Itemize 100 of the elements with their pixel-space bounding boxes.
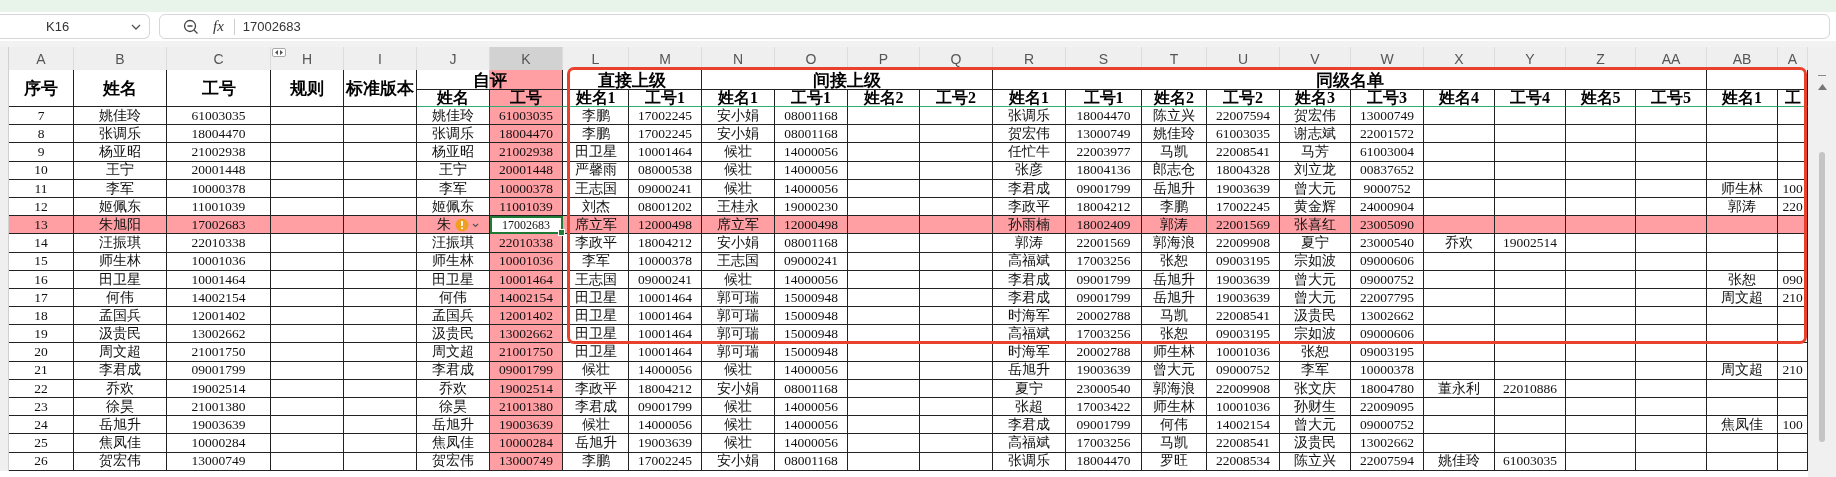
table-cell bbox=[1566, 307, 1636, 326]
expand-columns-icon[interactable] bbox=[272, 48, 286, 57]
table-cell: 61003035 bbox=[490, 107, 563, 126]
table-cell: 岳旭升 bbox=[74, 416, 167, 435]
table-cell: 田卫星 bbox=[563, 343, 629, 362]
table-cell: 22009908 bbox=[1207, 234, 1280, 253]
column-letter[interactable]: A bbox=[9, 47, 74, 70]
header-cell: 姓名3 bbox=[1280, 90, 1351, 107]
table-cell: 汲贵民 bbox=[417, 325, 490, 344]
header-cell: 同级名单 bbox=[993, 70, 1707, 90]
header-cell: 姓名1 bbox=[563, 90, 629, 107]
header-cell: 姓名1 bbox=[1707, 90, 1778, 107]
function-label[interactable]: fx bbox=[213, 18, 224, 35]
header-cell: 姓名 bbox=[417, 90, 490, 107]
table-cell: 时海军 bbox=[993, 307, 1066, 326]
table-cell bbox=[1636, 416, 1707, 435]
table-cell: 09001799 bbox=[629, 398, 702, 417]
header-cell: 工号1 bbox=[1066, 90, 1142, 107]
table-cell: 郭可瑞 bbox=[702, 307, 775, 326]
header-cell: 工号1 bbox=[775, 90, 848, 107]
table-cell: 19003639 bbox=[167, 416, 271, 435]
table-cell: 10001464 bbox=[629, 143, 702, 162]
table-cell: 汲贵民 bbox=[1280, 307, 1351, 326]
table-cell: 汲贵民 bbox=[74, 325, 167, 344]
header-cell: 姓名2 bbox=[848, 90, 920, 107]
table-cell: 17002683 bbox=[167, 216, 271, 235]
zoom-icon[interactable] bbox=[183, 18, 199, 35]
table-cell: 师生林 bbox=[1142, 398, 1207, 417]
table-cell: 张调乐 bbox=[74, 125, 167, 144]
table-cell bbox=[1636, 398, 1707, 417]
header-cell: 姓名1 bbox=[993, 90, 1066, 107]
table-cell: 22001572 bbox=[1351, 125, 1424, 144]
table-cell: 19 bbox=[9, 325, 74, 344]
header-cell: 姓名4 bbox=[1424, 90, 1495, 107]
table-cell: 14002154 bbox=[1207, 416, 1280, 435]
table-cell: 安小娟 bbox=[702, 125, 775, 144]
table-cell bbox=[1707, 107, 1778, 126]
formula-field[interactable]: 17002683 bbox=[242, 19, 301, 34]
column-letter[interactable]: K bbox=[490, 47, 563, 70]
table-cell: 08001168 bbox=[775, 125, 848, 144]
table-cell: 汲贵民 bbox=[1280, 434, 1351, 453]
table-cell bbox=[1566, 125, 1636, 144]
table-cell: 曾大元 bbox=[1280, 416, 1351, 435]
table-cell: 23 bbox=[9, 398, 74, 417]
table-cell: 夏宁 bbox=[1280, 234, 1351, 253]
header-cell: 工号1 bbox=[629, 90, 702, 107]
table-cell: 10000284 bbox=[490, 434, 563, 453]
scrollbar-thumb[interactable] bbox=[1819, 152, 1825, 442]
table-cell: 18004470 bbox=[490, 125, 563, 144]
column-letter[interactable]: B bbox=[74, 47, 167, 70]
table-cell: 郭涛 bbox=[1142, 216, 1207, 235]
table-cell bbox=[1778, 343, 1808, 362]
table-cell: 22007594 bbox=[1207, 107, 1280, 126]
table-cell: 21001380 bbox=[490, 398, 563, 417]
table-cell: 周文超 bbox=[74, 343, 167, 362]
table-cell: 20002788 bbox=[1066, 307, 1142, 326]
table-cell: 席立军 bbox=[702, 216, 775, 235]
table-cell bbox=[1707, 234, 1778, 253]
column-letter[interactable]: J bbox=[417, 47, 490, 70]
table-cell: 李鹏 bbox=[563, 125, 629, 144]
column-letter[interactable]: H bbox=[271, 47, 344, 70]
table-cell: 22008541 bbox=[1207, 307, 1280, 326]
table-cell: 乔欢 bbox=[1424, 234, 1495, 253]
table-cell bbox=[1707, 398, 1778, 417]
table-cell: 焦凤佳 bbox=[1707, 416, 1778, 435]
table-cell bbox=[848, 234, 920, 253]
warning-icon[interactable] bbox=[455, 217, 481, 232]
table-cell: 10000284 bbox=[167, 434, 271, 453]
table-cell: 孟国兵 bbox=[74, 307, 167, 326]
table-cell: 田卫星 bbox=[563, 143, 629, 162]
table-cell bbox=[848, 434, 920, 453]
table-cell: 朱 bbox=[417, 216, 490, 235]
table-cell: 陈立兴 bbox=[1142, 107, 1207, 126]
scroll-up-icon[interactable] bbox=[1817, 84, 1827, 90]
table-cell: 17002245 bbox=[629, 107, 702, 126]
active-cell[interactable]: 17002683 bbox=[490, 216, 563, 235]
table-cell: 18004212 bbox=[629, 234, 702, 253]
table-cell bbox=[848, 416, 920, 435]
table-cell: 21001380 bbox=[167, 398, 271, 417]
scrollbar-track[interactable] bbox=[1808, 47, 1836, 477]
table-cell: 17002245 bbox=[629, 125, 702, 144]
table-cell: 17003256 bbox=[1066, 434, 1142, 453]
table-cell bbox=[1424, 125, 1495, 144]
header-cell: 标准版本 bbox=[344, 70, 417, 107]
table-cell bbox=[1707, 125, 1778, 144]
table-cell: 8 bbox=[9, 125, 74, 144]
table-cell: 13002662 bbox=[167, 325, 271, 344]
table-cell: 姚佳玲 bbox=[1142, 125, 1207, 144]
table-cell: 12001402 bbox=[167, 307, 271, 326]
table-cell bbox=[1495, 434, 1566, 453]
table-cell: 郭海浪 bbox=[1142, 234, 1207, 253]
table-cell: 25 bbox=[9, 434, 74, 453]
table-cell: 徐昊 bbox=[417, 398, 490, 417]
name-box[interactable]: K16 bbox=[0, 14, 150, 39]
table-cell bbox=[1424, 307, 1495, 326]
table-cell: 周文超 bbox=[417, 343, 490, 362]
column-letter[interactable]: C bbox=[167, 47, 271, 70]
table-cell: 任忙牛 bbox=[993, 143, 1066, 162]
column-letter[interactable]: I bbox=[344, 47, 417, 70]
header-cell: 工号 bbox=[490, 90, 563, 107]
